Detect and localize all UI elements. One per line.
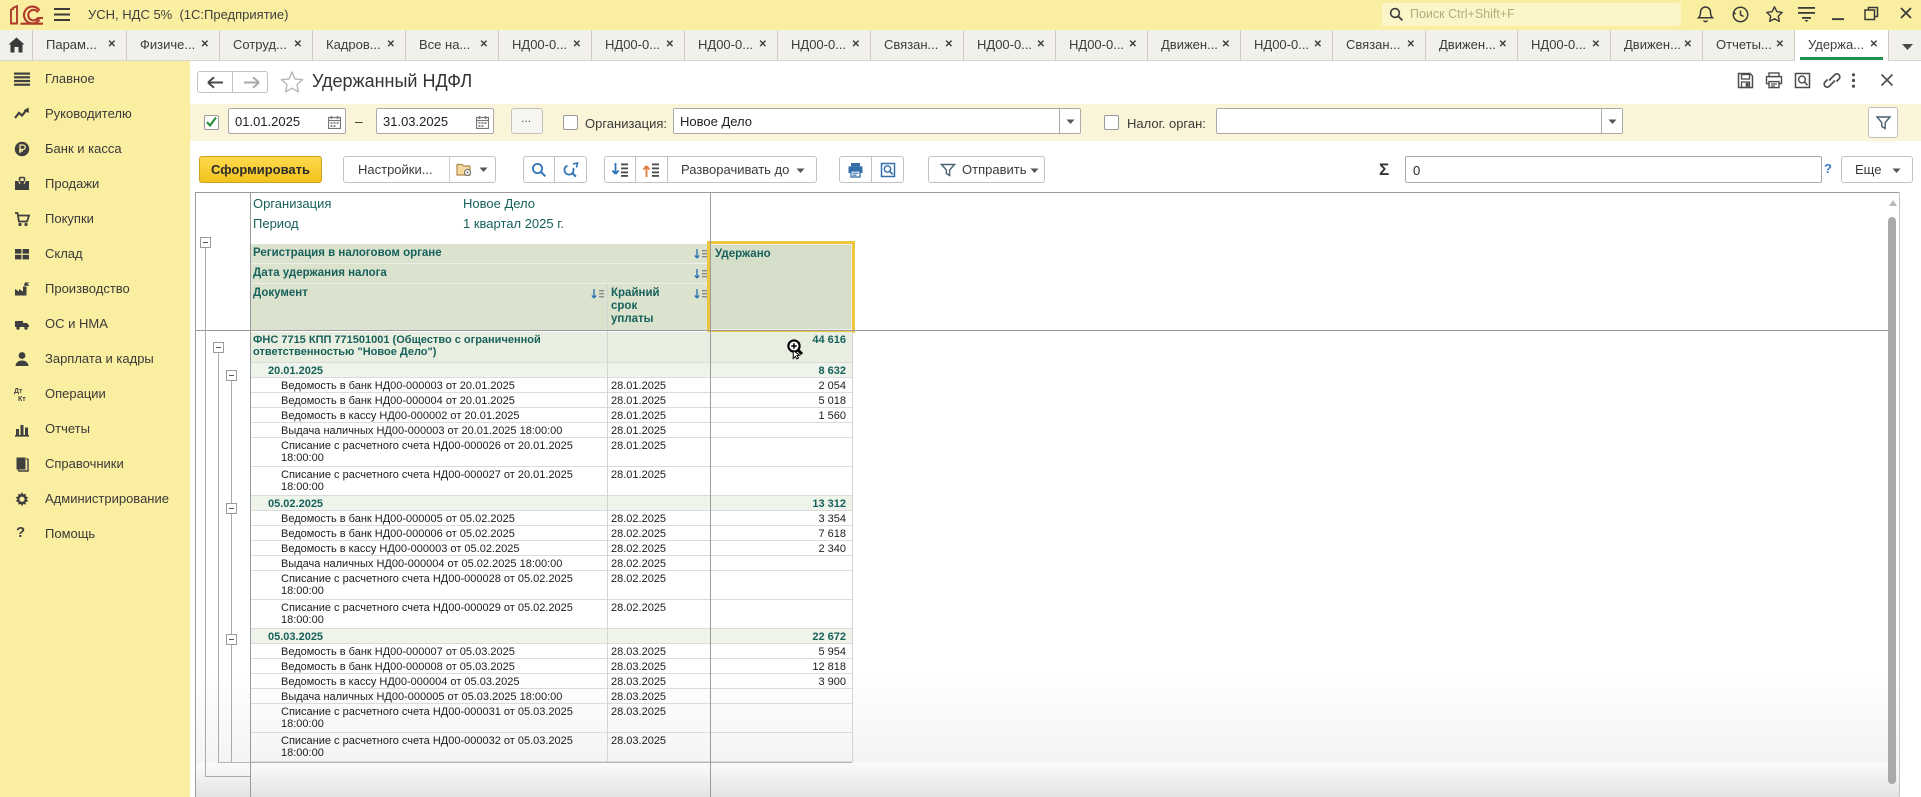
svg-text:Кт: Кт [18,396,26,402]
svg-text:Дт: Дт [14,388,23,395]
